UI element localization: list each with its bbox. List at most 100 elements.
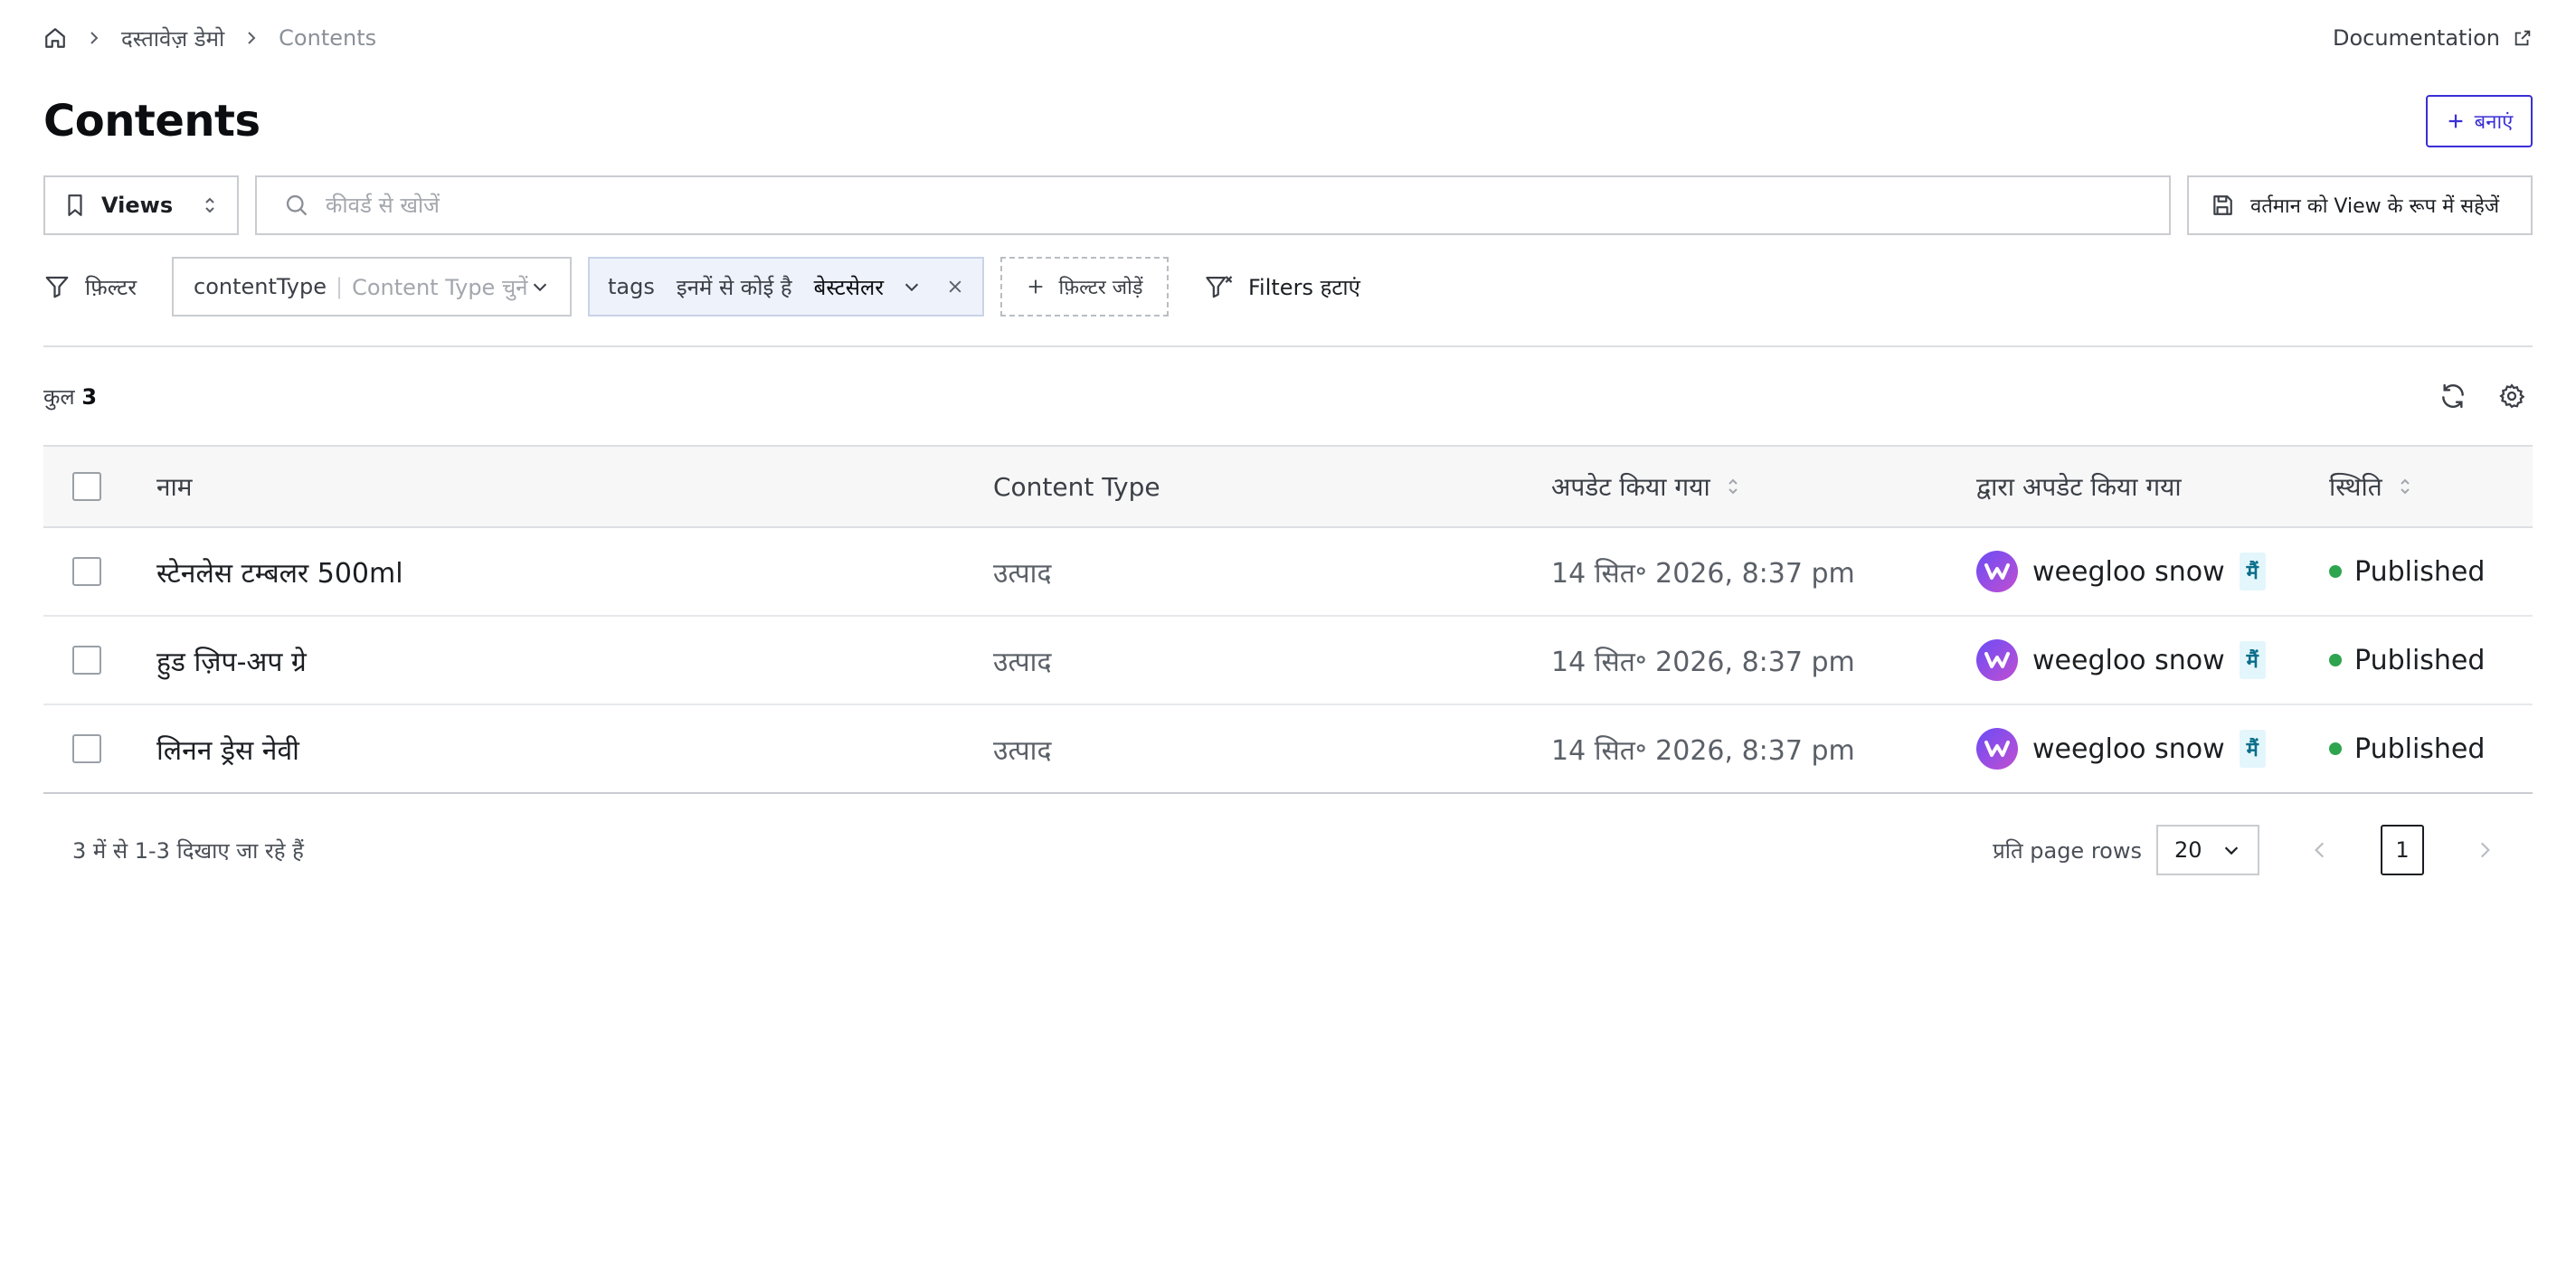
refresh-icon[interactable] [2439, 382, 2467, 411]
funnel-icon [43, 273, 71, 300]
row-status: Published [2329, 704, 2533, 793]
status-label: Published [2354, 555, 2486, 588]
content-type-filter[interactable]: contentType | Content Type चुनें [172, 257, 572, 316]
rows-per-page-label: प्रति page rows [1993, 837, 2142, 864]
search-row: Views वर्तमान को View के रूप में सहेजें [43, 175, 2533, 235]
updown-chevron-icon [203, 194, 217, 216]
status-badge: Published [2329, 556, 2533, 588]
updated-sort[interactable]: अपडेट किया गया [1551, 469, 1739, 504]
save-view-label: वर्तमान को View के रूप में सहेजें [2250, 195, 2500, 218]
save-view-button[interactable]: वर्तमान को View के रूप में सहेजें [2187, 175, 2533, 235]
page: दस्तावेज़ डेमो Contents Documentation Co… [0, 0, 2576, 1266]
gear-icon[interactable] [2498, 383, 2525, 410]
row-checkbox[interactable] [72, 734, 101, 763]
column-header-status[interactable]: स्थिति [2329, 446, 2533, 527]
sort-icon [1727, 476, 1739, 497]
contents-table: नाम Content Type अपडेट किया गया द्वारा अ… [43, 445, 2533, 794]
row-updated: 14 सित॰ 2026, 8:37 pm [1551, 646, 1855, 678]
column-header-content-type: Content Type [993, 471, 1160, 502]
row-content-type: उत्पाद [993, 734, 1052, 767]
documentation-link[interactable]: Documentation [2333, 25, 2533, 51]
search-box [255, 175, 2171, 235]
avatar [1976, 551, 2018, 592]
plus-icon [1026, 277, 1046, 297]
top-bar: दस्तावेज़ डेमो Contents Documentation [43, 0, 2533, 76]
user-name: weegloo snow [2032, 644, 2225, 676]
tags-filter-key: tags [608, 274, 655, 299]
create-button[interactable]: बनाएं [2426, 95, 2533, 147]
me-badge: मैं [2239, 641, 2266, 679]
row-updated-by: weegloo snow मैं [1976, 527, 2329, 616]
status-badge: Published [2329, 645, 2533, 676]
plus-icon [2446, 111, 2466, 131]
me-badge: मैं [2239, 730, 2266, 768]
row-updated: 14 सित॰ 2026, 8:37 pm [1551, 557, 1855, 590]
filter-label-group: फ़िल्टर [43, 272, 172, 302]
status-dot [2329, 742, 2342, 755]
row-checkbox[interactable] [72, 646, 101, 675]
row-select-cell [43, 616, 156, 704]
content-type-filter-placeholder: Content Type चुनें [352, 274, 528, 300]
row-name[interactable]: हुड ज़िप-अप ग्रे [156, 616, 993, 704]
row-content-type: उत्पाद [993, 646, 1052, 678]
row-name[interactable]: स्टेनलेस टम्बलर 500ml [156, 527, 993, 616]
tags-filter[interactable]: tags इनमें से कोई है बेस्टसेलर [588, 257, 984, 316]
filter-row: फ़िल्टर contentType | Content Type चुनें… [43, 257, 2533, 316]
row-content-type: उत्पाद [993, 557, 1052, 590]
chevron-down-icon [530, 277, 550, 297]
status-dot [2329, 565, 2342, 578]
rows-per-page-select[interactable]: 20 [2156, 825, 2259, 875]
column-header-updated-label: अपडेट किया गया [1551, 472, 1710, 502]
column-header-updated[interactable]: अपडेट किया गया [1551, 446, 1976, 527]
close-icon[interactable] [946, 278, 964, 296]
status-dot [2329, 654, 2342, 666]
avatar [1976, 639, 2018, 681]
next-page-icon[interactable] [2477, 838, 2493, 862]
table-row[interactable]: हुड ज़िप-अप ग्रे उत्पाद 14 सित॰ 2026, 8:… [43, 616, 2533, 704]
user-cell: weegloo snow मैं [1976, 551, 2329, 592]
table-actions [2439, 382, 2533, 411]
filter-separator: | [336, 274, 344, 299]
remove-filters-button[interactable]: Filters हटाएं [1205, 272, 1360, 302]
row-updated-by: weegloo snow मैं [1976, 616, 2329, 704]
table-row[interactable]: स्टेनलेस टम्बलर 500ml उत्पाद 14 सित॰ 202… [43, 527, 2533, 616]
status-sort[interactable]: स्थिति [2329, 469, 2411, 504]
table-header-row: नाम Content Type अपडेट किया गया द्वारा अ… [43, 446, 2533, 527]
select-all-checkbox[interactable] [72, 472, 101, 501]
search-icon [284, 193, 309, 218]
page-number-button[interactable]: 1 [2381, 825, 2424, 875]
chevron-right-icon [244, 31, 259, 45]
user-cell: weegloo snow मैं [1976, 639, 2329, 681]
column-header-name: नाम [156, 472, 193, 502]
views-dropdown[interactable]: Views [43, 175, 239, 235]
external-link-icon [2513, 28, 2533, 48]
user-cell: weegloo snow मैं [1976, 728, 2329, 770]
prev-page-icon[interactable] [2312, 838, 2328, 862]
documentation-label: Documentation [2332, 25, 2500, 51]
bookmark-icon [65, 194, 85, 217]
row-status: Published [2329, 527, 2533, 616]
rows-per-page-value: 20 [2174, 837, 2202, 863]
row-checkbox[interactable] [72, 557, 101, 586]
chevron-down-icon [2221, 840, 2241, 860]
row-name[interactable]: लिनन ड्रेस नेवी [156, 704, 993, 793]
search-input[interactable] [326, 193, 2142, 218]
column-header-status-label: स्थिति [2329, 472, 2382, 502]
page-title: Contents [43, 96, 260, 146]
chevron-down-icon[interactable] [902, 277, 922, 297]
sort-icon [2399, 476, 2411, 497]
status-badge: Published [2329, 733, 2533, 765]
count-row: कुल 3 [43, 347, 2533, 445]
select-all-cell [43, 446, 156, 527]
filter-label: फ़िल्टर [85, 274, 137, 300]
title-row: Contents बनाएं [43, 76, 2533, 166]
table-row[interactable]: लिनन ड्रेस नेवी उत्पाद 14 सित॰ 2026, 8:3… [43, 704, 2533, 793]
add-filter-label: फ़िल्टर जोड़ें [1058, 277, 1143, 299]
breadcrumb-item-workspace[interactable]: दस्तावेज़ डेमो [121, 24, 224, 53]
total-count: कुल 3 [43, 382, 97, 411]
create-button-label: बनाएं [2474, 111, 2514, 134]
status-label: Published [2354, 732, 2486, 765]
home-icon[interactable] [43, 26, 67, 50]
views-label: Views [101, 193, 174, 218]
add-filter-button[interactable]: फ़िल्टर जोड़ें [1000, 257, 1169, 316]
